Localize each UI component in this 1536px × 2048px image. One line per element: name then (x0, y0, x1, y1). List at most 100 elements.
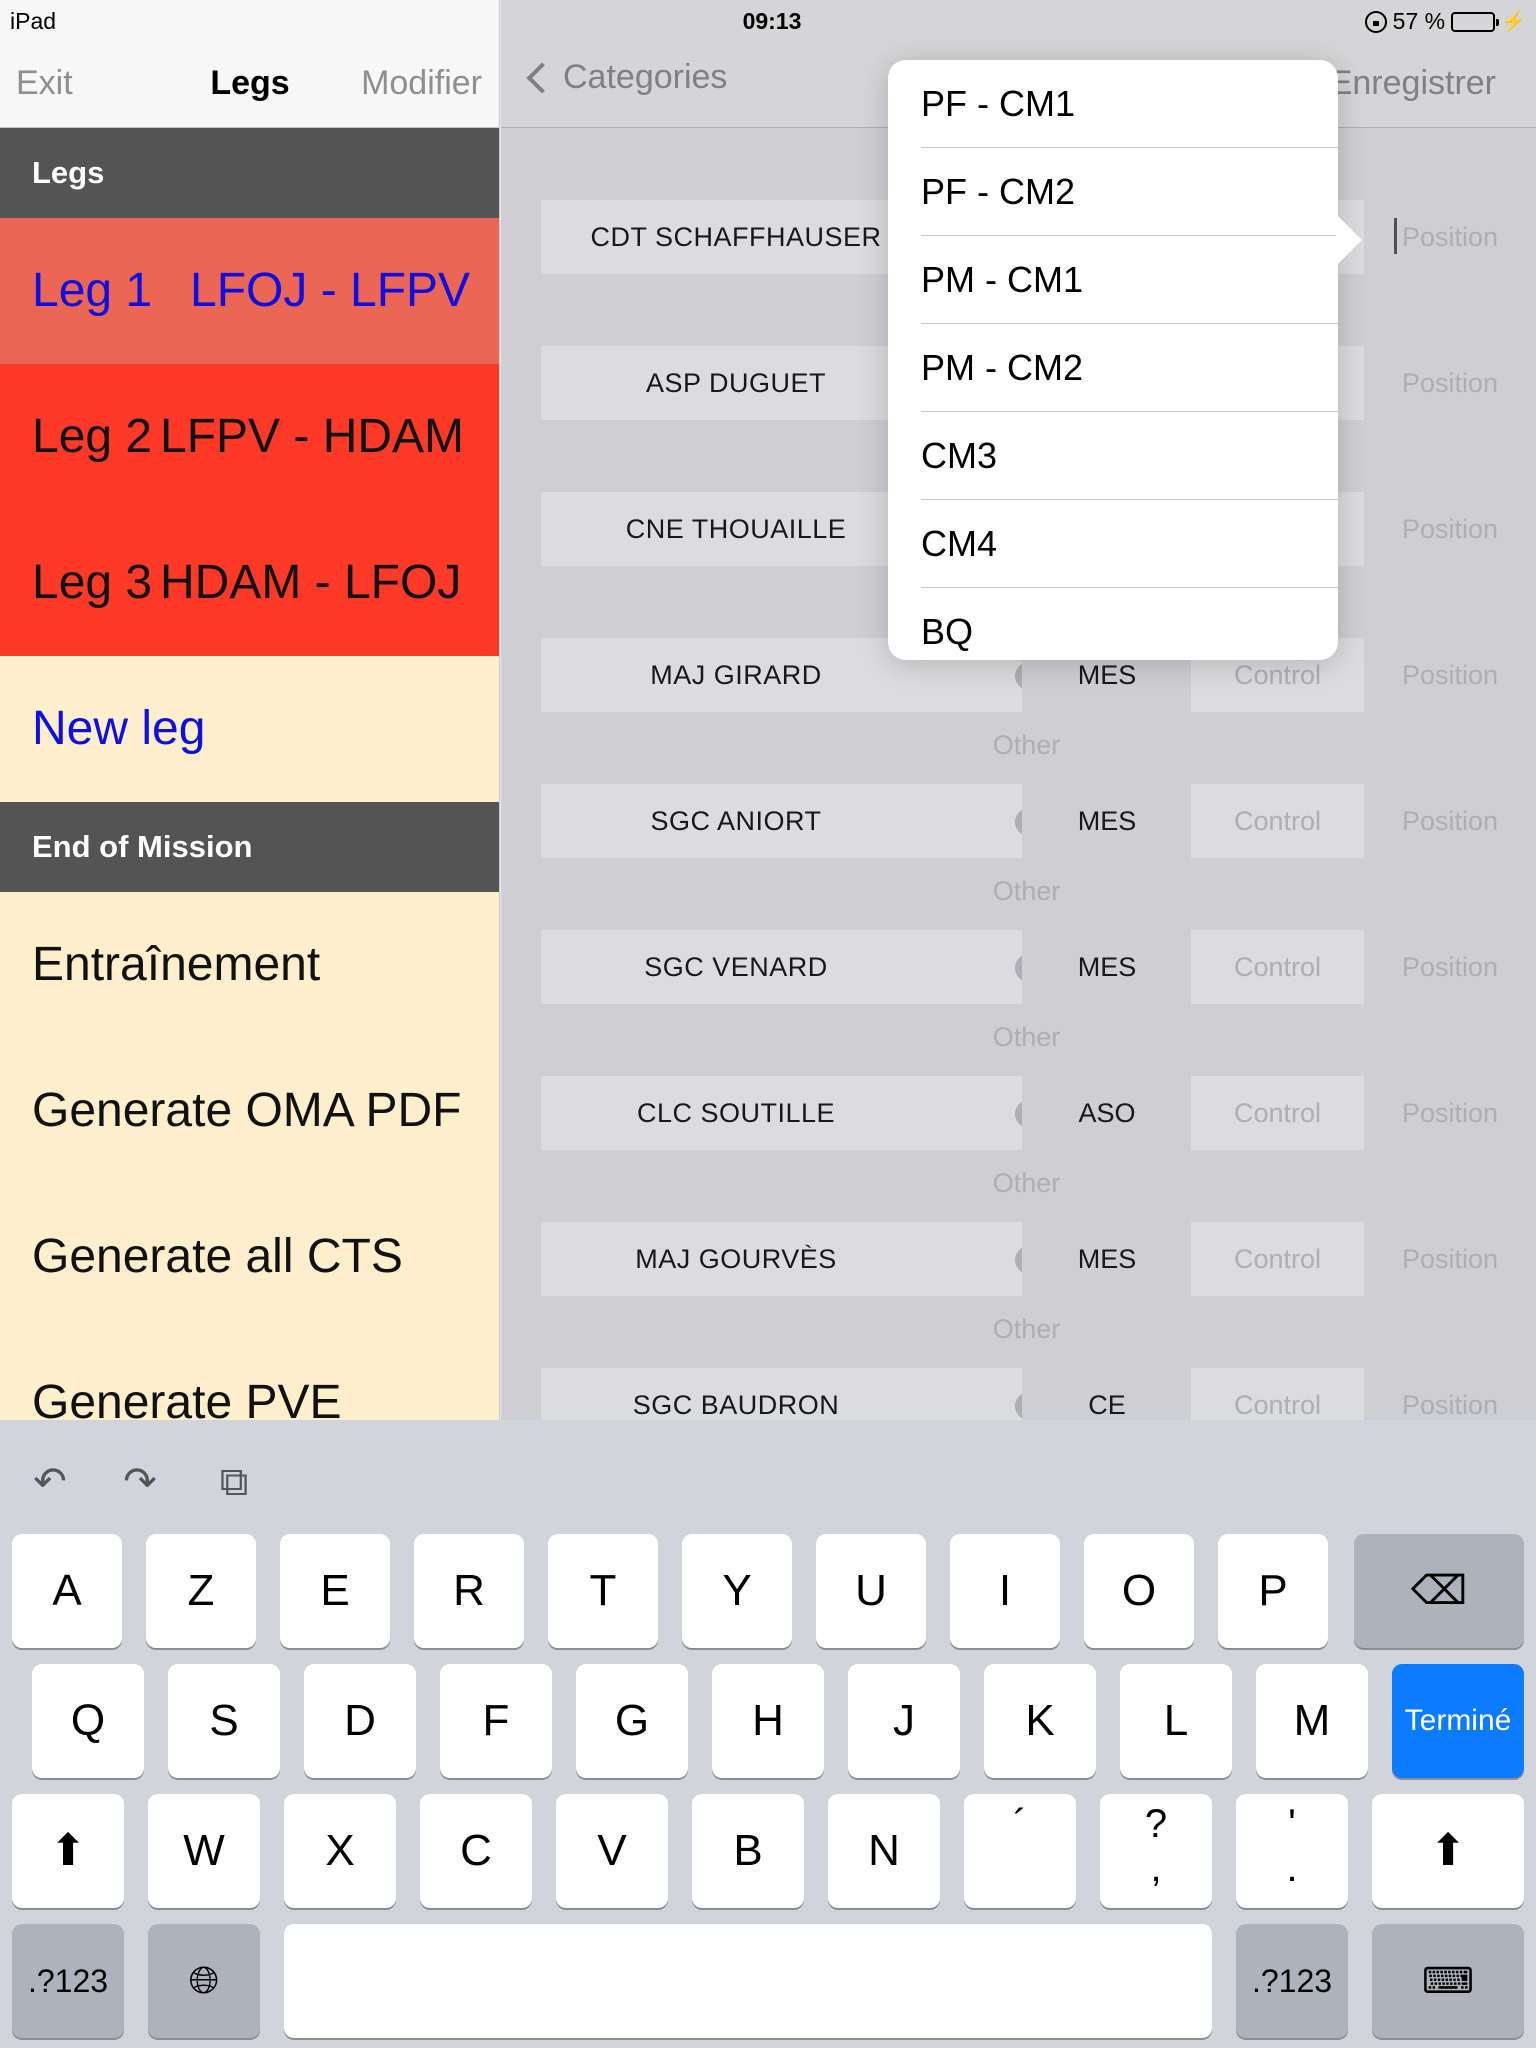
generate-all-cts-cell[interactable]: Generate all CTS (0, 1184, 499, 1330)
key-s[interactable]: S (168, 1664, 280, 1778)
crew-name-field[interactable]: MAJ GOURVÈS× (541, 1222, 1101, 1296)
leg-cell-1[interactable]: Leg 1 LFOJ - LFPV (0, 218, 499, 364)
key-l[interactable]: L (1120, 1664, 1232, 1778)
numbers-key-left[interactable]: .?123 (12, 1924, 124, 2038)
keyboard-shortcut-bar: ↶ ↷ ⧉ (0, 1420, 1536, 1530)
category-field[interactable]: CE (1022, 1368, 1192, 1420)
position-field[interactable]: Position (1364, 1368, 1536, 1420)
crew-name-field[interactable]: CLC SOUTILLE× (541, 1076, 1101, 1150)
save-button[interactable]: Enregistrer (1330, 64, 1496, 103)
training-cell[interactable]: Entraînement (0, 892, 499, 1038)
battery-icon (1451, 11, 1500, 32)
position-field[interactable]: Position (1364, 1076, 1536, 1150)
generate-pve-cell[interactable]: Generate PVE (0, 1330, 499, 1420)
key-c[interactable]: C (420, 1794, 532, 1908)
key-w[interactable]: W (148, 1794, 260, 1908)
category-option[interactable]: CM3 (888, 412, 1338, 500)
key-p[interactable]: P (1218, 1534, 1328, 1648)
redo-icon[interactable]: ↷ (116, 1460, 164, 1504)
new-leg-button[interactable]: New leg (0, 656, 499, 802)
other-label[interactable]: Other (501, 876, 1536, 907)
key-d[interactable]: D (304, 1664, 416, 1778)
generate-oma-pdf-cell[interactable]: Generate OMA PDF (0, 1038, 499, 1184)
leg-route: LFPV - HDAM (160, 410, 465, 463)
chevron-left-icon (526, 61, 558, 94)
key-k[interactable]: K (984, 1664, 1096, 1778)
shift-key-right[interactable]: ⬆ (1372, 1794, 1524, 1908)
key-z[interactable]: Z (146, 1534, 256, 1648)
crew-row: SGC ANIORT×MESControlPosition (501, 784, 1536, 858)
position-field[interactable]: Position (1364, 1222, 1536, 1296)
leg-cell-2[interactable]: Leg 2 LFPV - HDAM (0, 364, 499, 510)
key-i[interactable]: I (950, 1534, 1060, 1648)
dismiss-keyboard-key[interactable]: ⌨ (1372, 1924, 1524, 2038)
key-y[interactable]: Y (682, 1534, 792, 1648)
rotation-lock-icon (1364, 10, 1387, 33)
control-field[interactable]: Control (1191, 1368, 1364, 1420)
edit-button[interactable]: Modifier (361, 64, 482, 103)
control-field[interactable]: Control (1191, 930, 1364, 1004)
key-e[interactable]: E (280, 1534, 390, 1648)
category-option[interactable]: CM4 (888, 500, 1338, 588)
category-option[interactable]: BQ (888, 588, 1338, 660)
category-field[interactable]: MES (1022, 1222, 1192, 1296)
crew-name: MAJ GOURVÈS (635, 1243, 837, 1274)
undo-icon[interactable]: ↶ (26, 1460, 74, 1504)
other-label[interactable]: Other (501, 1022, 1536, 1053)
clock: 09:13 (742, 8, 802, 34)
globe-key[interactable]: 🌐︎ (148, 1924, 260, 2038)
key-v[interactable]: V (556, 1794, 668, 1908)
key-apostrophe-period[interactable]: '. (1236, 1794, 1348, 1908)
key-q[interactable]: Q (32, 1664, 144, 1778)
category-option[interactable]: PF - CM2 (888, 148, 1338, 236)
other-label[interactable]: Other (501, 1168, 1536, 1199)
space-key[interactable] (284, 1924, 1212, 2038)
key-t[interactable]: T (548, 1534, 658, 1648)
shift-key-left[interactable]: ⬆ (12, 1794, 124, 1908)
back-to-categories-button[interactable]: Categories (523, 58, 727, 97)
category-option[interactable]: PF - CM1 (888, 60, 1338, 148)
key-question-comma[interactable]: ?, (1100, 1794, 1212, 1908)
category-option[interactable]: PM - CM1 (888, 236, 1338, 324)
crew-name-field[interactable]: SGC ANIORT× (541, 784, 1101, 858)
position-field[interactable]: Position (1364, 492, 1536, 566)
category-field[interactable]: MES (1022, 930, 1192, 1004)
leg-cell-3[interactable]: Leg 3 HDAM - LFOJ (0, 510, 499, 656)
category-field[interactable]: MES (1022, 784, 1192, 858)
key-a[interactable]: A (12, 1534, 122, 1648)
paste-icon[interactable]: ⧉ (210, 1460, 258, 1504)
category-option[interactable]: PM - CM2 (888, 324, 1338, 412)
keyboard: ↶ ↷ ⧉ A Z E R T Y U I O P ⌫ Q S D F G H … (0, 1420, 1536, 2048)
key-u[interactable]: U (816, 1534, 926, 1648)
crew-name: SGC BAUDRON (632, 1389, 840, 1420)
position-field[interactable]: Position (1364, 930, 1536, 1004)
position-field[interactable]: Position (1364, 200, 1536, 274)
control-field[interactable]: Control (1191, 784, 1364, 858)
position-field[interactable]: Position (1364, 346, 1536, 420)
section-header-end-of-mission: End of Mission (0, 802, 499, 892)
crew-row: SGC VENARD×MESControlPosition (501, 930, 1536, 1004)
numbers-key-right[interactable]: .?123 (1236, 1924, 1348, 2038)
crew-name-field[interactable]: SGC BAUDRON× (541, 1368, 1101, 1420)
key-h[interactable]: H (712, 1664, 824, 1778)
key-b[interactable]: B (692, 1794, 804, 1908)
key-g[interactable]: G (576, 1664, 688, 1778)
control-field[interactable]: Control (1191, 1222, 1364, 1296)
backspace-key[interactable]: ⌫ (1354, 1534, 1524, 1648)
key-x[interactable]: X (284, 1794, 396, 1908)
category-field[interactable]: ASO (1022, 1076, 1192, 1150)
position-field[interactable]: Position (1364, 784, 1536, 858)
position-field[interactable]: Position (1364, 638, 1536, 712)
key-n[interactable]: N (828, 1794, 940, 1908)
other-label[interactable]: Other (501, 730, 1536, 761)
control-field[interactable]: Control (1191, 1076, 1364, 1150)
crew-name-field[interactable]: SGC VENARD× (541, 930, 1101, 1004)
done-key[interactable]: Terminé (1392, 1664, 1524, 1778)
key-j[interactable]: J (848, 1664, 960, 1778)
key-r[interactable]: R (414, 1534, 524, 1648)
other-label[interactable]: Other (501, 1314, 1536, 1345)
key-acute[interactable]: ´ (964, 1794, 1076, 1908)
key-m[interactable]: M (1256, 1664, 1368, 1778)
key-o[interactable]: O (1084, 1534, 1194, 1648)
key-f[interactable]: F (440, 1664, 552, 1778)
